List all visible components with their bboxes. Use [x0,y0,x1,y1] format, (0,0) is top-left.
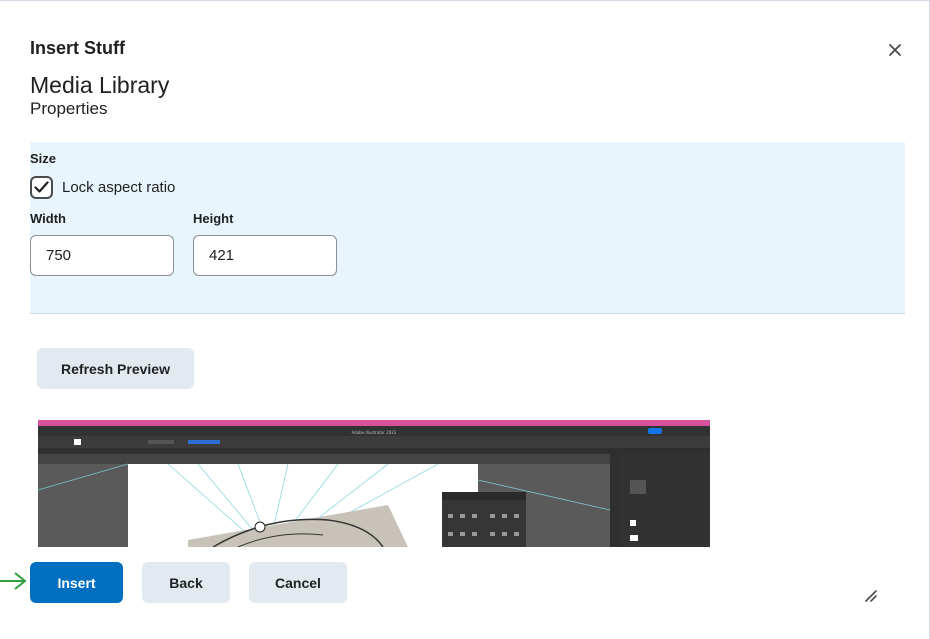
close-icon [889,44,901,56]
lock-aspect-ratio-checkbox[interactable] [30,175,53,199]
width-label: Width [30,211,66,226]
checkmark-icon [34,181,49,193]
dialog-title: Insert Stuff [30,38,126,58]
close-button[interactable] [882,37,908,63]
cancel-button[interactable]: Cancel [249,562,347,603]
properties-subtitle: Properties [30,99,108,118]
refresh-preview-button[interactable]: Refresh Preview [37,348,194,389]
insert-button[interactable]: Insert [30,562,123,603]
width-input[interactable] [30,235,174,276]
pointer-arrow-icon [0,572,27,590]
preview-app-title: Adobe Illustrator 2023 [352,430,397,435]
back-button[interactable]: Back [142,562,230,603]
height-label: Height [193,211,234,226]
lock-aspect-ratio-row: Lock aspect ratio [30,175,175,199]
lock-aspect-ratio-label: Lock aspect ratio [62,178,176,196]
media-preview-image: Adobe Illustrator 2023 [38,420,710,547]
insert-stuff-dialog: Insert Stuff Media Library Properties Si… [0,0,930,639]
size-section-label: Size [30,151,57,166]
resize-handle-icon[interactable] [863,588,877,602]
height-input[interactable] [193,235,337,276]
size-panel: Size Lock aspect ratio Width Height [30,142,905,314]
preview-screenshot: Adobe Illustrator 2023 [38,420,710,547]
media-library-title: Media Library [30,72,170,98]
